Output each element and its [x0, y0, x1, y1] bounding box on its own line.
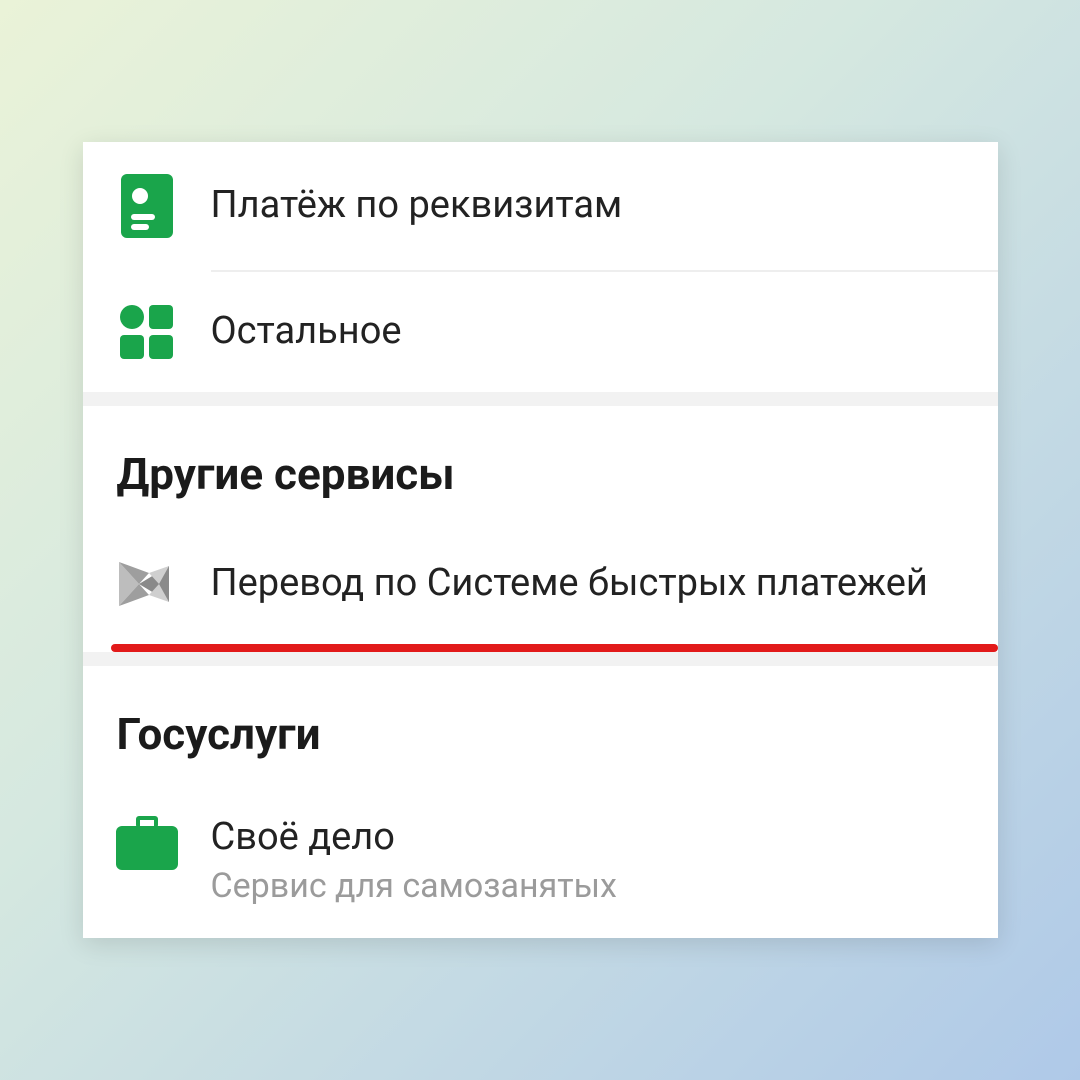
section-title: Госуслуги: [83, 666, 998, 784]
section-title: Другие сервисы: [83, 406, 998, 524]
highlight-underline: [111, 644, 998, 652]
section-top: Платёж по реквизитам Остальное: [83, 142, 998, 392]
item-label: Платёж по реквизитам: [211, 184, 964, 228]
item-sublabel: Сервис для самозанятых: [211, 866, 964, 906]
item-label: Своё дело: [211, 816, 964, 860]
item-payment-by-requisites[interactable]: Платёж по реквизитам: [83, 142, 998, 270]
section-other-services: Другие сервисы Перевод по Системе быстры…: [83, 406, 998, 652]
item-sbp-transfer[interactable]: Перевод по Системе быстрых платежей: [83, 524, 998, 644]
briefcase-icon: [111, 816, 183, 870]
requisites-icon: [111, 174, 183, 238]
item-label: Остальное: [211, 310, 964, 354]
grid-icon: [111, 304, 183, 360]
sbp-icon: [111, 556, 183, 612]
item-own-business[interactable]: Своё дело Сервис для самозанятых: [83, 784, 998, 938]
item-label: Перевод по Системе быстрых платежей: [211, 562, 964, 606]
services-card: Платёж по реквизитам Остальное Другие се…: [83, 142, 998, 938]
section-gosuslugi: Госуслуги Своё дело Сервис для самозанят…: [83, 666, 998, 938]
item-other[interactable]: Остальное: [83, 272, 998, 392]
